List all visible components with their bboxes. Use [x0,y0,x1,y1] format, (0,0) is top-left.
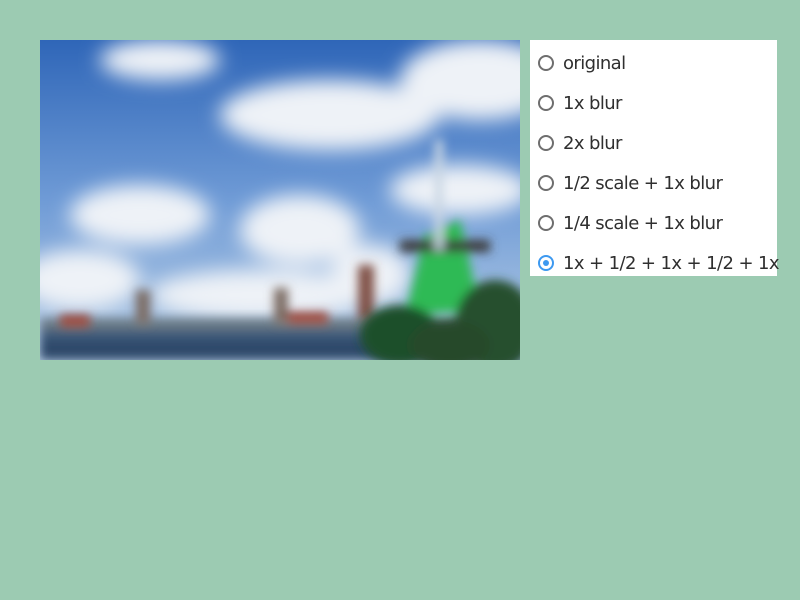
option-label: 1x blur [563,92,622,114]
option-label: 2x blur [563,132,622,154]
page: original 1x blur 2x blur 1/2 scale + 1x … [0,0,800,600]
option-quarter-scale-1x-blur[interactable]: 1/4 scale + 1x blur [530,203,777,243]
option-label: 1x + 1/2 + 1x + 1/2 + 1x [563,252,780,274]
option-original[interactable]: original [530,43,777,83]
radio-button-icon[interactable] [538,175,554,191]
option-multi-pass-blur[interactable]: 1x + 1/2 + 1x + 1/2 + 1x [530,243,780,283]
option-half-scale-1x-blur[interactable]: 1/2 scale + 1x blur [530,163,777,203]
image-preview [40,40,520,360]
blur-options-panel: original 1x blur 2x blur 1/2 scale + 1x … [530,40,780,276]
radio-button-selected-icon[interactable] [538,255,554,271]
option-label: 1/2 scale + 1x blur [563,172,723,194]
option-label: original [563,52,626,74]
option-label: 1/4 scale + 1x blur [563,212,723,234]
radio-button-icon[interactable] [538,215,554,231]
option-1x-blur[interactable]: 1x blur [530,83,777,123]
radio-button-icon[interactable] [538,135,554,151]
radio-button-icon[interactable] [538,95,554,111]
blurred-windmill-image [40,40,520,360]
radio-button-icon[interactable] [538,55,554,71]
option-2x-blur[interactable]: 2x blur [530,123,777,163]
